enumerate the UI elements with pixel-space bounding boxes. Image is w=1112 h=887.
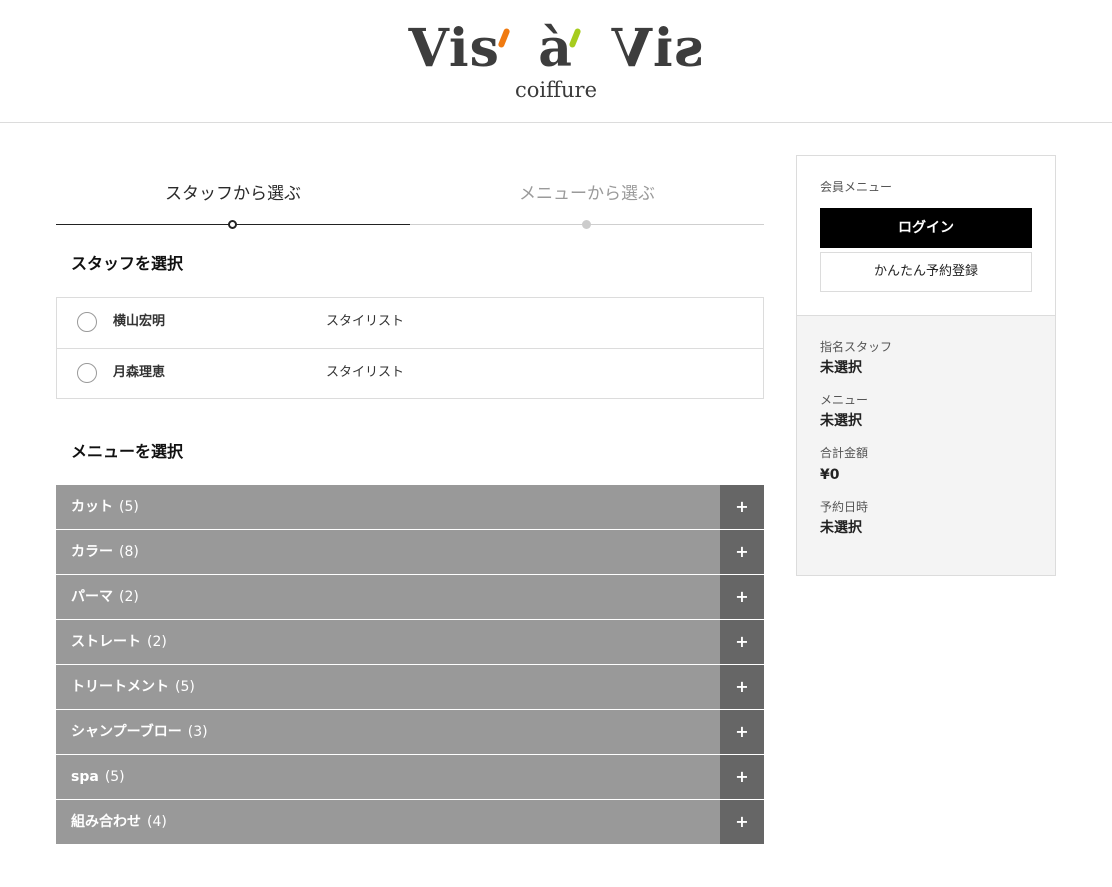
staff-role: スタイリスト bbox=[326, 314, 405, 329]
menu-category-straight[interactable]: ストレート (2) + bbox=[56, 620, 764, 664]
menu-category-name: 組み合わせ bbox=[71, 814, 141, 830]
reservation-sidebar: 会員メニュー ログイン かんたん予約登録 指名スタッフ 未選択 メニュー 未選択… bbox=[796, 155, 1056, 576]
menu-category-name: ストレート bbox=[71, 634, 141, 650]
summary-label-menu: メニュー bbox=[820, 393, 869, 407]
summary-value-menu: 未選択 bbox=[820, 413, 862, 429]
menu-section-title: メニューを選択 bbox=[71, 442, 184, 461]
staff-name: 月森理恵 bbox=[113, 365, 166, 380]
logo-subtitle: coiffure bbox=[514, 78, 598, 102]
summary-value-total: ¥0 bbox=[820, 467, 840, 483]
logo-wordmark: Vis à siV bbox=[409, 18, 704, 80]
menu-category-count: (5) bbox=[175, 679, 195, 695]
staff-role: スタイリスト bbox=[326, 365, 405, 380]
expand-plus-icon[interactable]: + bbox=[720, 665, 764, 709]
menu-category-combination[interactable]: 組み合わせ (4) + bbox=[56, 800, 764, 844]
menu-category-name: カット bbox=[71, 499, 113, 515]
menu-category-treatment[interactable]: トリートメント (5) + bbox=[56, 665, 764, 709]
menu-category-perm[interactable]: パーマ (2) + bbox=[56, 575, 764, 619]
member-menu-panel: 会員メニュー ログイン かんたん予約登録 bbox=[797, 156, 1055, 316]
summary-value-datetime: 未選択 bbox=[820, 520, 862, 536]
logo-text-left: Vis bbox=[408, 18, 500, 79]
staff-radio-button[interactable] bbox=[77, 363, 97, 383]
logo-text-middle: à bbox=[538, 18, 573, 79]
menu-category-name: パーマ bbox=[71, 589, 113, 605]
summary-label-datetime: 予約日時 bbox=[820, 500, 869, 514]
menu-category-name: spa bbox=[71, 769, 99, 785]
menu-category-name: トリートメント bbox=[71, 679, 169, 695]
menu-category-count: (3) bbox=[187, 724, 208, 740]
expand-plus-icon[interactable]: + bbox=[720, 575, 764, 619]
menu-category-color[interactable]: カラー (8) + bbox=[56, 530, 764, 574]
tab-inactive-indicator-dot bbox=[582, 220, 591, 229]
menu-category-count: (2) bbox=[147, 634, 167, 650]
staff-row[interactable]: 月森理恵 スタイリスト bbox=[57, 348, 763, 398]
staff-section-title: スタッフを選択 bbox=[71, 254, 184, 273]
staff-row[interactable]: 横山宏明 スタイリスト bbox=[57, 298, 763, 348]
tab-active-indicator-dot bbox=[228, 220, 237, 229]
staff-radio-button[interactable] bbox=[77, 312, 97, 332]
expand-plus-icon[interactable]: + bbox=[720, 620, 764, 664]
staff-list: 横山宏明 スタイリスト 月森理恵 スタイリスト bbox=[56, 297, 764, 399]
menu-category-name: シャンプーブロー bbox=[71, 724, 182, 740]
summary-label-staff: 指名スタッフ bbox=[820, 340, 893, 354]
tab-select-by-menu[interactable]: メニューから選ぶ bbox=[410, 180, 764, 208]
menu-category-cut[interactable]: カット (5) + bbox=[56, 485, 764, 529]
summary-value-staff: 未選択 bbox=[820, 360, 862, 376]
expand-plus-icon[interactable]: + bbox=[720, 800, 764, 844]
tab-select-by-staff[interactable]: スタッフから選ぶ bbox=[56, 180, 410, 208]
menu-category-count: (4) bbox=[147, 814, 167, 830]
summary-label-total: 合計金額 bbox=[820, 446, 869, 460]
menu-category-count: (5) bbox=[119, 499, 139, 515]
reservation-summary: 指名スタッフ 未選択 メニュー 未選択 合計金額 ¥0 予約日時 未選択 bbox=[797, 316, 1055, 575]
menu-category-count: (8) bbox=[119, 544, 139, 560]
site-logo[interactable]: Vis à siV coiffure bbox=[0, 18, 1112, 102]
menu-category-list: カット (5) + カラー (8) + パーマ (2) + ストレート (2) + トリ… bbox=[56, 485, 764, 845]
menu-category-name: カラー bbox=[71, 544, 113, 560]
member-menu-label: 会員メニュー bbox=[820, 180, 893, 194]
logo-text-right-mirrored: siV bbox=[611, 18, 704, 79]
login-button[interactable]: ログイン bbox=[820, 208, 1032, 248]
expand-plus-icon[interactable]: + bbox=[720, 755, 764, 799]
menu-category-count: (2) bbox=[119, 589, 139, 605]
menu-category-shampoo-blow[interactable]: シャンプーブロー (3) + bbox=[56, 710, 764, 754]
menu-category-spa[interactable]: spa (5) + bbox=[56, 755, 764, 799]
menu-category-count: (5) bbox=[104, 769, 125, 785]
staff-name: 横山宏明 bbox=[113, 314, 166, 329]
expand-plus-icon[interactable]: + bbox=[720, 530, 764, 574]
quick-register-button[interactable]: かんたん予約登録 bbox=[820, 252, 1032, 292]
expand-plus-icon[interactable]: + bbox=[720, 710, 764, 754]
site-header: Vis à siV coiffure bbox=[0, 0, 1112, 123]
expand-plus-icon[interactable]: + bbox=[720, 485, 764, 529]
